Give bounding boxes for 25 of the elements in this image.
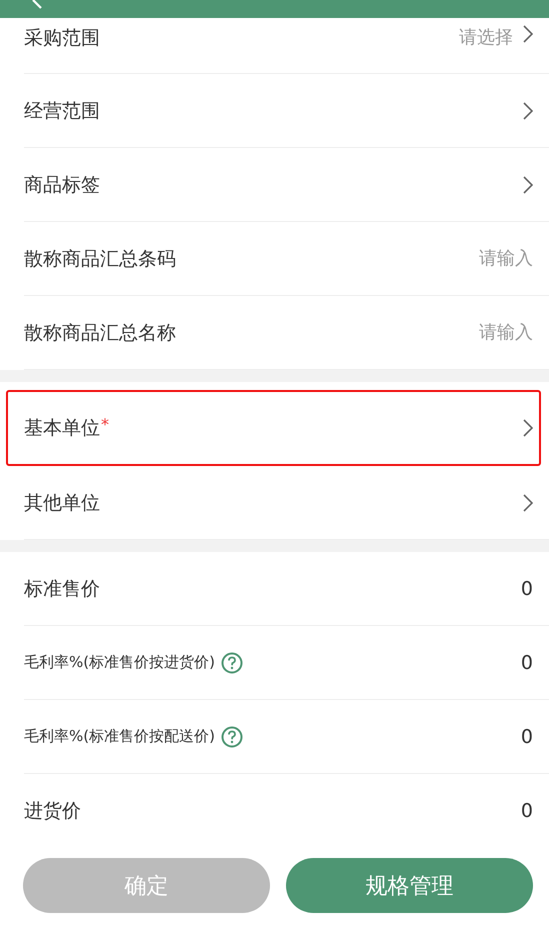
field-label: 经营范围 [24, 98, 100, 124]
select-field[interactable]: 请选择 [459, 25, 513, 49]
field-value: 0 [520, 726, 533, 748]
field-label: 散称商品汇总名称 [24, 320, 176, 346]
field-label: 采购范围 [24, 26, 100, 51]
field-label: 进货价 [24, 798, 81, 824]
field-value: 0 [520, 800, 533, 822]
field-label: 基本单位 [24, 416, 100, 441]
field-value: 0 [520, 652, 533, 674]
field-label: 其他单位 [24, 490, 100, 516]
chevron-right-icon[interactable] [523, 494, 533, 512]
required-mark: * [101, 414, 109, 434]
chevron-right-icon[interactable] [523, 419, 533, 437]
field-label: 标准售价 [24, 576, 100, 602]
action-button[interactable]: 规格管理 [286, 858, 533, 913]
field-label: 毛利率%(标准售价按配送价) [24, 727, 215, 746]
help-icon[interactable] [220, 652, 243, 674]
chevron-right-icon[interactable] [523, 25, 533, 43]
field-label: 散称商品汇总条码 [24, 246, 176, 272]
chevron-right-icon[interactable] [523, 176, 533, 194]
chevron-right-icon[interactable] [523, 102, 533, 120]
field-label: 毛利率%(标准售价按进货价) [24, 653, 215, 672]
field-value: 0 [520, 578, 533, 600]
help-icon[interactable] [220, 726, 243, 748]
field-label: 商品标签 [24, 172, 100, 198]
